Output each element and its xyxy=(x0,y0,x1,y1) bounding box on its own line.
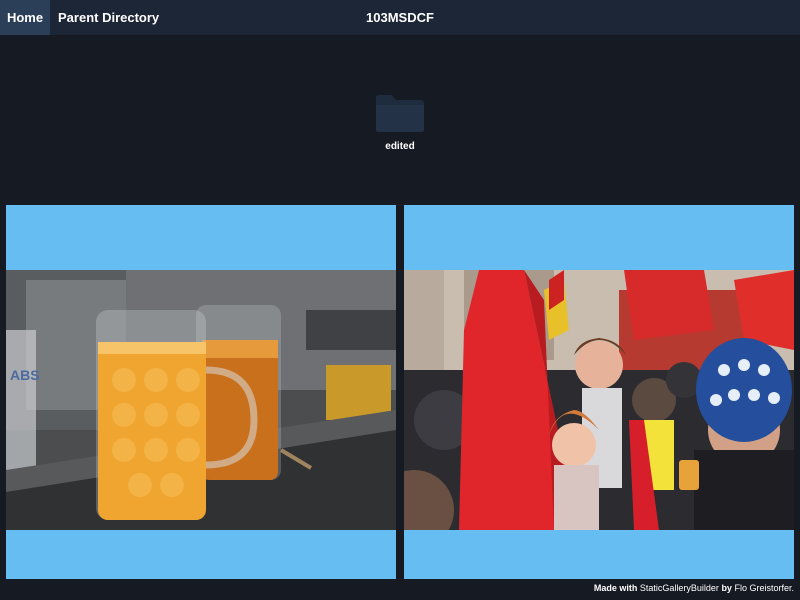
folder-icon xyxy=(376,95,424,132)
svg-text:ABS: ABS xyxy=(10,367,40,383)
nav-home-link[interactable]: Home xyxy=(0,0,50,35)
top-navigation-bar: Home Parent Directory 103MSDCF xyxy=(0,0,800,35)
nav-parent-directory-link[interactable]: Parent Directory xyxy=(58,0,159,35)
photo-beer-mugs: ABS xyxy=(6,270,396,530)
footer-made-with: Made with xyxy=(593,583,638,593)
footer-credit: Made with StaticGalleryBuilder by Flo Gr… xyxy=(594,583,794,593)
footer-by: by xyxy=(721,583,732,593)
gallery-tile-2[interactable] xyxy=(404,205,794,579)
footer-end: . xyxy=(791,583,794,593)
folder-edited[interactable]: edited xyxy=(360,88,440,158)
gallery-tile-1[interactable]: ABS xyxy=(6,205,396,579)
footer-author-link[interactable]: Flo Greistorfer xyxy=(734,583,791,593)
photo-demonstration xyxy=(404,270,794,530)
folder-label: edited xyxy=(385,141,415,152)
footer-tool-link[interactable]: StaticGalleryBuilder xyxy=(640,583,719,593)
